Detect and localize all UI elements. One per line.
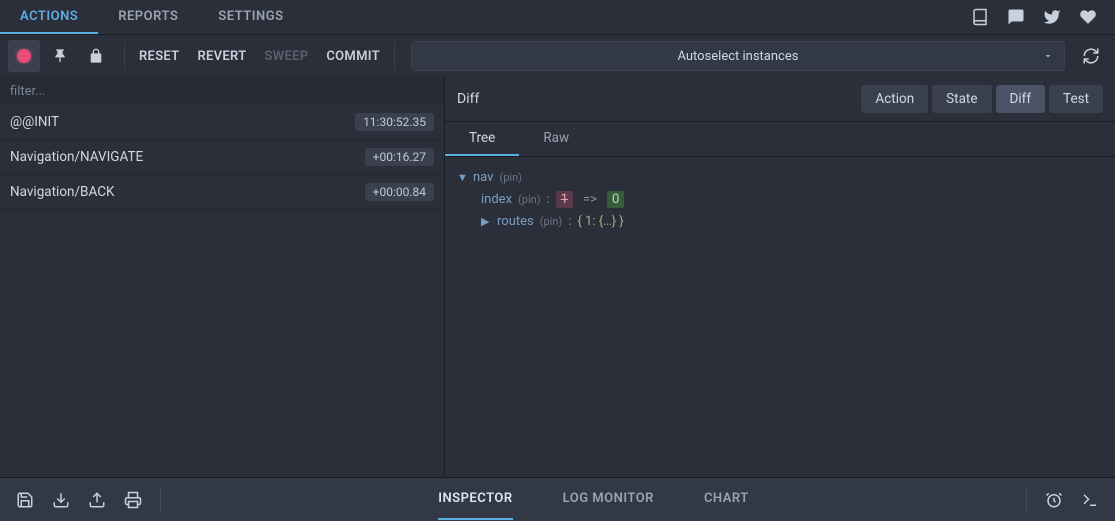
pin-label[interactable]: (pin) (518, 193, 541, 206)
panel-title: Diff (457, 91, 479, 107)
sub-tabs: Tree Raw (445, 122, 1115, 157)
revert-button[interactable]: REVERT (197, 49, 246, 64)
bottom-tabs: INSPECTOR LOG MONITOR CHART (438, 479, 749, 520)
action-name: Navigation/BACK (10, 184, 114, 200)
docs-icon[interactable] (971, 8, 989, 26)
chat-icon[interactable] (1007, 8, 1025, 26)
bottom-left (0, 488, 177, 512)
save-icon[interactable] (16, 491, 34, 509)
pin-label[interactable]: (pin) (540, 215, 563, 228)
toolbar-divider-2 (394, 42, 395, 70)
subtab-tree[interactable]: Tree (445, 122, 519, 156)
upload-icon[interactable] (88, 491, 106, 509)
diff-panel: Diff Action State Diff Test Tree Raw ▼ n… (445, 77, 1115, 477)
bottom-right (1010, 488, 1115, 512)
colon: : (568, 214, 571, 229)
twitter-icon[interactable] (1043, 8, 1061, 26)
toolbar-actions: RESET REVERT SWEEP COMMIT (129, 49, 390, 64)
tree-row-routes[interactable]: ▶ routes (pin): { 1: {…} } (457, 211, 1103, 232)
commit-button[interactable]: COMMIT (326, 49, 380, 64)
tree-key: nav (473, 170, 493, 185)
view-test-button[interactable]: Test (1049, 85, 1103, 113)
view-action-button[interactable]: Action (861, 85, 928, 113)
action-name: @@INIT (10, 114, 59, 130)
pin-button[interactable] (44, 40, 76, 72)
sweep-button[interactable]: SWEEP (265, 49, 309, 64)
action-time: +00:16.27 (365, 148, 434, 166)
main-content: @@INIT 11:30:52.35 Navigation/NAVIGATE +… (0, 77, 1115, 477)
bottom-tab-inspector[interactable]: INSPECTOR (438, 479, 512, 520)
console-icon[interactable] (1081, 491, 1099, 509)
view-buttons: Action State Diff Test (861, 85, 1103, 113)
reset-button[interactable]: RESET (139, 49, 179, 64)
main-tabs: ACTIONS REPORTS SETTINGS (0, 0, 304, 34)
view-diff-button[interactable]: Diff (996, 85, 1046, 113)
record-button[interactable] (8, 40, 40, 72)
tree-content: ▼ nav (pin) index (pin): 1 => 0 ▶ routes… (445, 157, 1115, 477)
diff-old-value: 1 (556, 191, 573, 208)
tree-arrow-down-icon: ▼ (457, 171, 467, 184)
tab-actions[interactable]: ACTIONS (0, 0, 98, 34)
diff-arrow-icon: => (583, 192, 597, 207)
action-time: 11:30:52.35 (355, 113, 434, 131)
bottom-tab-log-monitor[interactable]: LOG MONITOR (563, 479, 654, 520)
sync-button[interactable] (1077, 42, 1105, 70)
tree-preview: { 1: {…} } (577, 214, 623, 229)
tab-settings[interactable]: SETTINGS (198, 0, 303, 34)
action-item[interactable]: Navigation/BACK +00:00.84 (0, 175, 444, 210)
pin-label[interactable]: (pin) (499, 171, 522, 184)
action-time: +00:00.84 (365, 183, 434, 201)
bottom-divider-2 (1026, 488, 1027, 512)
diff-header: Diff Action State Diff Test (445, 77, 1115, 122)
colon: : (547, 192, 550, 207)
tree-arrow-right-icon: ▶ (481, 215, 491, 228)
bottom-bar: INSPECTOR LOG MONITOR CHART (0, 477, 1115, 521)
heart-icon[interactable] (1079, 8, 1097, 26)
bottom-tab-chart[interactable]: CHART (704, 479, 749, 520)
filter-input[interactable] (0, 77, 444, 105)
record-dot-icon (17, 49, 31, 63)
toolbar-divider (124, 42, 125, 70)
top-nav: ACTIONS REPORTS SETTINGS (0, 0, 1115, 35)
chevron-down-icon (1042, 50, 1054, 62)
tree-row-index[interactable]: index (pin): 1 => 0 (457, 188, 1103, 211)
action-item[interactable]: Navigation/NAVIGATE +00:16.27 (0, 140, 444, 175)
action-list: @@INIT 11:30:52.35 Navigation/NAVIGATE +… (0, 105, 444, 477)
lock-button[interactable] (80, 40, 112, 72)
tree-key: index (481, 192, 512, 207)
subtab-raw[interactable]: Raw (519, 122, 593, 156)
tab-reports[interactable]: REPORTS (98, 0, 198, 34)
action-item[interactable]: @@INIT 11:30:52.35 (0, 105, 444, 140)
instance-selected-label: Autoselect instances (677, 49, 798, 64)
download-icon[interactable] (52, 491, 70, 509)
diff-new-value: 0 (607, 191, 624, 208)
toolbar: RESET REVERT SWEEP COMMIT Autoselect ins… (0, 35, 1115, 77)
instance-selector[interactable]: Autoselect instances (411, 41, 1065, 71)
print-icon[interactable] (124, 491, 142, 509)
actions-panel: @@INIT 11:30:52.35 Navigation/NAVIGATE +… (0, 77, 445, 477)
timer-icon[interactable] (1045, 491, 1063, 509)
tree-row-nav[interactable]: ▼ nav (pin) (457, 167, 1103, 188)
bottom-divider (160, 488, 161, 512)
toolbar-left (0, 40, 120, 72)
top-icons (971, 8, 1115, 26)
tree-key: routes (497, 214, 534, 229)
action-name: Navigation/NAVIGATE (10, 149, 143, 165)
view-state-button[interactable]: State (932, 85, 991, 113)
